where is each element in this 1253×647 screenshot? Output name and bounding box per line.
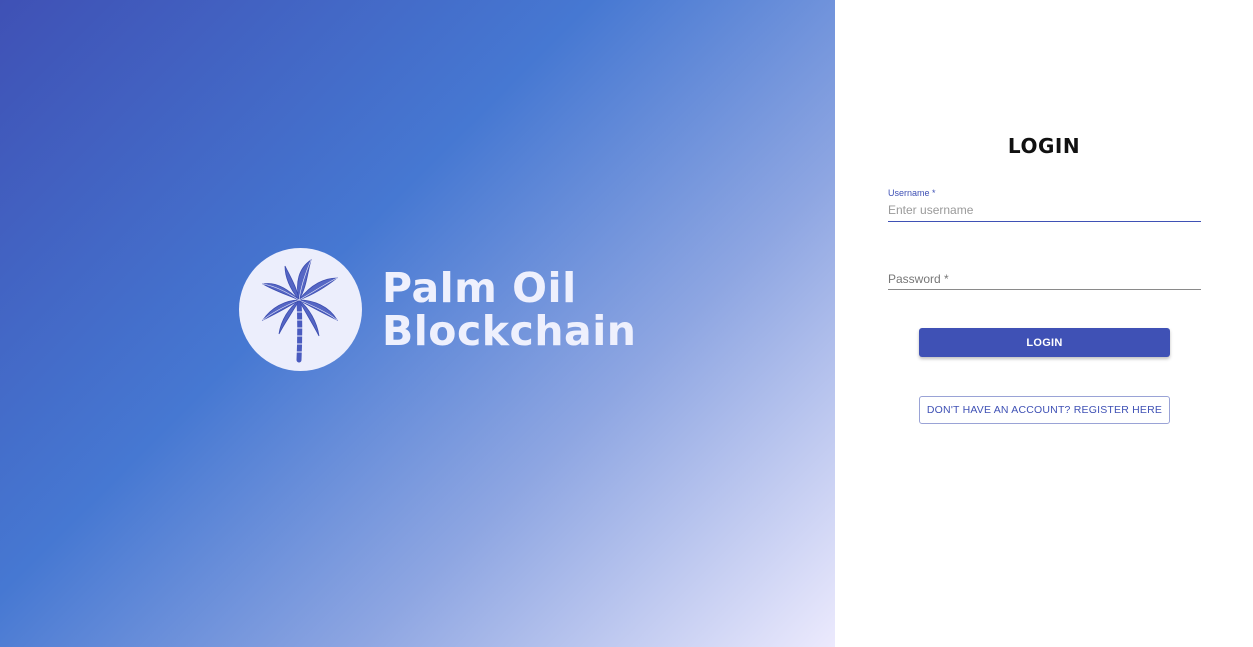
password-field: [888, 268, 1201, 290]
brand-lockup: Palm Oil Blockchain: [239, 248, 636, 371]
register-button[interactable]: DON'T HAVE AN ACCOUNT? REGISTER HERE: [919, 396, 1170, 424]
brand-name-line2: Blockchain: [382, 306, 637, 355]
brand-name-line1: Palm Oil: [382, 263, 577, 312]
username-label: Username *: [888, 188, 936, 198]
palm-tree-icon: [261, 258, 338, 362]
brand-logo: [239, 248, 362, 371]
password-input[interactable]: [888, 268, 1201, 290]
hero-panel: Palm Oil Blockchain: [0, 0, 835, 647]
username-field: Username *: [888, 187, 1201, 222]
login-button[interactable]: LOGIN: [919, 328, 1170, 357]
page-title: LOGIN: [1007, 134, 1081, 158]
login-panel: LOGIN Username * LOGIN DON'T HAVE AN ACC…: [835, 0, 1253, 647]
username-input[interactable]: [888, 199, 1201, 222]
login-page: Palm Oil Blockchain LOGIN Username * LOG…: [0, 0, 1253, 647]
brand-name: Palm Oil Blockchain: [382, 263, 637, 355]
